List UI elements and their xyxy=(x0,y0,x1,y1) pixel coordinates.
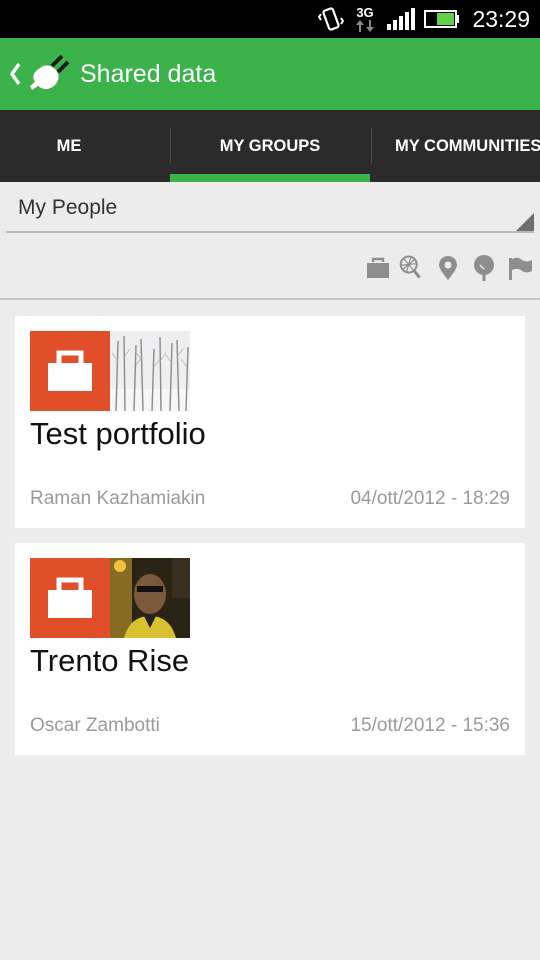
sports-icon[interactable] xyxy=(398,254,426,282)
back-chevron-icon[interactable] xyxy=(8,60,22,88)
filter-bar xyxy=(360,250,540,286)
tab-bar: ME MY GROUPS MY COMMUNITIES xyxy=(0,110,540,182)
item-title: Test portfolio xyxy=(30,416,206,451)
network-3g-icon: 3G xyxy=(354,0,376,38)
snowy-trees-thumbnail xyxy=(110,331,190,411)
item-date: 04/ott/2012 - 18:29 xyxy=(350,488,510,509)
selected-tab-indicator xyxy=(170,174,370,182)
vibrate-icon xyxy=(318,0,344,38)
dropdown-arrow-icon xyxy=(516,213,534,231)
page-title: Shared data xyxy=(80,60,217,88)
portfolio-tile xyxy=(30,331,110,411)
portfolio-icon xyxy=(48,350,92,391)
item-date: 15/ott/2012 - 15:36 xyxy=(350,715,510,736)
status-bar: 3G 23:29 xyxy=(0,0,540,38)
tab-my-groups[interactable]: MY GROUPS xyxy=(170,110,370,182)
people-dropdown[interactable]: My People xyxy=(6,188,534,233)
nature-icon[interactable] xyxy=(470,254,498,282)
clock: 23:29 xyxy=(472,6,530,32)
portfolio-tile xyxy=(30,558,110,638)
location-icon[interactable] xyxy=(434,254,462,282)
tab-my-communities[interactable]: MY COMMUNITIES xyxy=(371,110,540,182)
tab-me[interactable]: ME xyxy=(0,110,138,182)
plug-app-icon[interactable] xyxy=(26,50,74,98)
flag-icon[interactable] xyxy=(506,254,534,282)
list-item[interactable]: Trento Rise Oscar Zambotti 15/ott/2012 -… xyxy=(15,543,525,755)
person-portrait-thumbnail xyxy=(110,558,190,638)
portfolio-icon xyxy=(48,577,92,618)
filter-divider xyxy=(0,298,540,300)
dropdown-selected-value: My People xyxy=(18,196,118,219)
signal-icon xyxy=(386,0,416,38)
network-type-label: 3G xyxy=(356,4,374,20)
battery-icon xyxy=(424,0,460,38)
action-bar: Shared data xyxy=(0,38,540,110)
item-author: Raman Kazhamiakin xyxy=(30,488,206,509)
item-author: Oscar Zambotti xyxy=(30,715,160,736)
portfolio-icon[interactable] xyxy=(364,254,392,282)
item-title: Trento Rise xyxy=(30,643,190,678)
list-item[interactable]: Test portfolio Raman Kazhamiakin 04/ott/… xyxy=(15,316,525,528)
